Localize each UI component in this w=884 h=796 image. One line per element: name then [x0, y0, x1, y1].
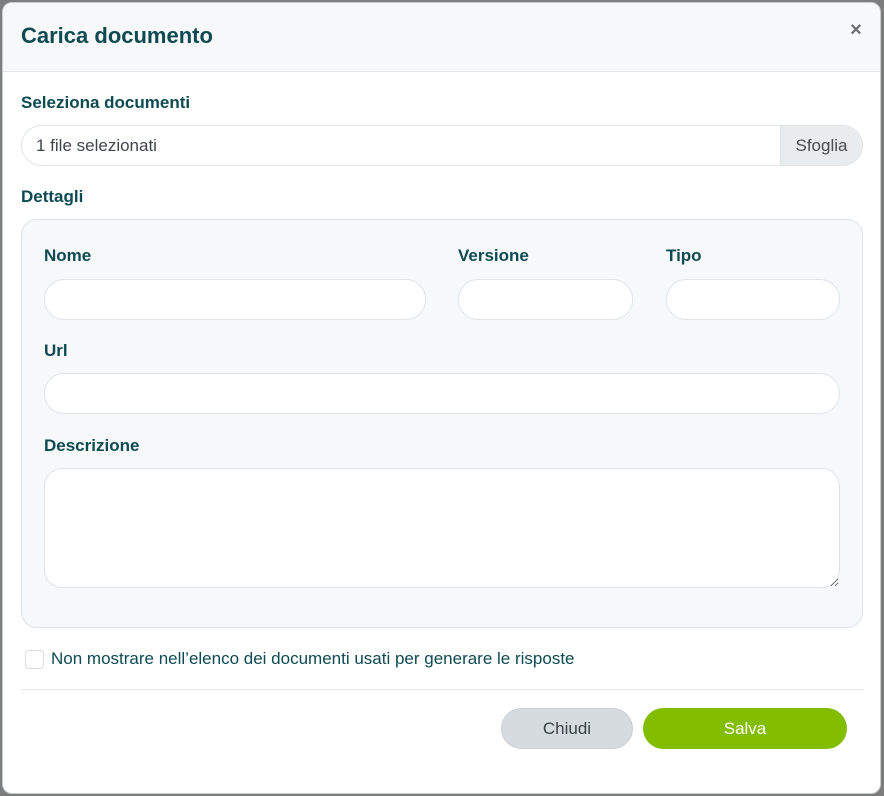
close-icon[interactable]: × — [848, 20, 864, 40]
hide-from-list-checkbox[interactable] — [25, 650, 44, 669]
versione-label: Versione — [458, 246, 529, 265]
footer-divider — [21, 689, 864, 690]
details-panel: Nome Versione Tipo Url Descrizione — [21, 219, 863, 628]
tipo-label: Tipo — [666, 246, 702, 265]
dialog-title: Carica documento — [21, 23, 213, 48]
nome-label: Nome — [44, 246, 92, 265]
close-button[interactable]: Chiudi — [501, 708, 633, 749]
url-input[interactable] — [44, 373, 840, 414]
url-label: Url — [44, 341, 68, 360]
versione-input[interactable] — [458, 279, 633, 320]
upload-document-dialog: Carica documento × Seleziona documenti 1… — [2, 2, 881, 794]
descrizione-label: Descrizione — [44, 436, 140, 455]
dialog-header: Carica documento × — [3, 3, 880, 72]
nome-input[interactable] — [44, 279, 426, 320]
details-section-label: Dettagli — [21, 187, 84, 206]
tipo-input[interactable] — [666, 279, 840, 320]
save-button[interactable]: Salva — [643, 708, 847, 749]
file-input[interactable]: 1 file selezionati Sfoglia — [21, 125, 863, 166]
file-status-text: 1 file selezionati — [36, 136, 157, 155]
hide-from-list-label: Non mostrare nell’elenco dei documenti u… — [51, 649, 575, 668]
descrizione-textarea[interactable] — [44, 468, 840, 588]
browse-button[interactable]: Sfoglia — [780, 126, 862, 165]
select-documents-label: Seleziona documenti — [21, 93, 191, 112]
